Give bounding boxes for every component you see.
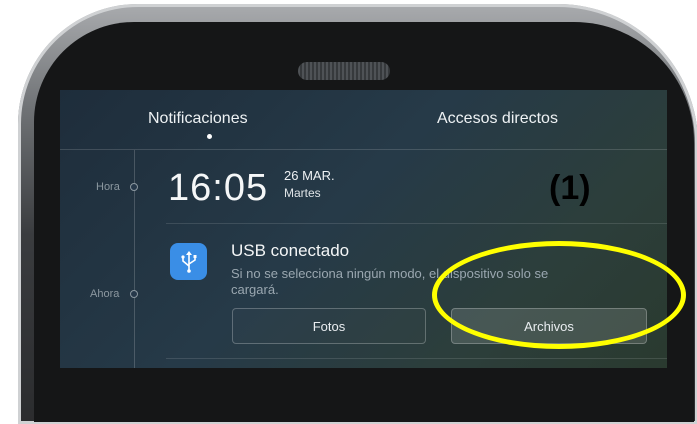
active-tab-indicator: [207, 134, 212, 139]
timeline-label-hora: Hora: [96, 181, 120, 193]
clock-time: 16:05: [168, 167, 269, 209]
photos-button[interactable]: Fotos: [232, 308, 426, 344]
tab-notifications[interactable]: Notificaciones: [148, 110, 248, 128]
clock-divider: [166, 223, 667, 224]
timeline-label-ahora: Ahora: [90, 288, 120, 300]
tab-shortcuts[interactable]: Accesos directos: [437, 110, 558, 128]
highlight-ellipse: [432, 241, 686, 349]
shade-tabs: Notificaciones Accesos directos: [60, 90, 667, 150]
phone-frame: Notificaciones Accesos directos Hora Aho…: [0, 0, 697, 424]
notification-divider: [166, 358, 667, 359]
tabs-divider: [60, 149, 667, 150]
timeline-node: [130, 183, 138, 191]
clock-day: Martes: [284, 186, 321, 200]
timeline-node: [130, 290, 138, 298]
speaker-grille: [298, 62, 390, 80]
annotation-label: (1): [549, 169, 591, 207]
notification-title: USB conectado: [231, 241, 350, 260]
clock-date: 26 MAR.: [284, 168, 335, 183]
usb-icon: [170, 243, 207, 280]
usb-glyph: [180, 250, 196, 273]
